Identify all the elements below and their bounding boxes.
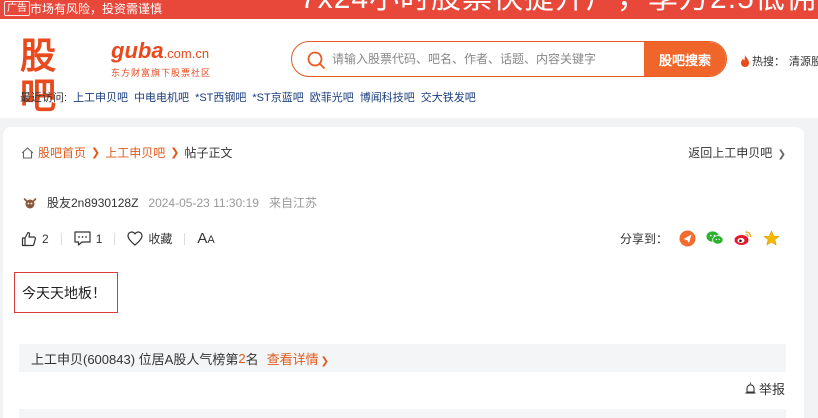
- logo-cn: 股吧: [20, 36, 58, 117]
- ad-slogan[interactable]: 7x24小时股票快捷开户，享万2.5低佣！: [300, 0, 818, 16]
- author-name[interactable]: 股友2n8930128Z: [47, 194, 138, 211]
- post-content-box: 今天天地板！: [14, 272, 118, 313]
- breadcrumb-chevron-icon: ❯: [91, 147, 101, 159]
- share-label: 分享到：: [620, 231, 669, 246]
- rank-text-after: 名: [245, 351, 259, 367]
- logo-en-main: guba: [111, 38, 164, 63]
- post-location: 来自江苏: [268, 196, 317, 210]
- divider: [114, 232, 116, 245]
- popularity-rank-bar: 上工申贝(600843) 位居A股人气榜第 2 名 查看详情 ❯: [19, 344, 786, 372]
- recent-item[interactable]: *ST西钢吧: [195, 89, 246, 105]
- rank-detail-link[interactable]: 查看详情 ❯: [267, 349, 329, 368]
- weibo-icon: [734, 231, 752, 245]
- logo-subtitle: 东方财富旗下股票社区: [111, 68, 212, 78]
- recent-item[interactable]: 上工申贝吧: [73, 89, 128, 105]
- share-bar: 分享到：: [620, 229, 790, 247]
- recent-item[interactable]: 博闻科技吧: [360, 89, 415, 105]
- post-date: 2024-05-23 11:30:19: [148, 195, 259, 210]
- recent-item[interactable]: *ST京蓝吧: [252, 89, 303, 105]
- ad-risk-text: 市场有风险，投资需谨慎: [30, 2, 163, 16]
- comment-icon: [74, 231, 91, 246]
- logo-en: guba.com.cn: [111, 39, 209, 66]
- heart-icon: [127, 231, 143, 246]
- font-size-small: A: [207, 234, 215, 246]
- share-guba-button[interactable]: [678, 229, 696, 247]
- thumbs-up-icon: [21, 231, 36, 246]
- reply-area: [19, 409, 786, 418]
- recent-item[interactable]: 欧菲光吧: [310, 89, 354, 105]
- report-button[interactable]: 举报: [744, 379, 785, 398]
- breadcrumb-bar[interactable]: 上工申贝吧: [105, 144, 165, 161]
- ad-tag: 广告: [4, 1, 30, 16]
- divider: [60, 232, 62, 245]
- comment-count: 1: [95, 231, 103, 246]
- comment-button[interactable]: 1: [74, 231, 103, 246]
- share-qzone-button[interactable]: [762, 229, 780, 247]
- search-icon: [307, 51, 325, 69]
- hot-label: 热搜：: [752, 56, 785, 68]
- breadcrumb-home[interactable]: 股吧首页: [38, 144, 86, 161]
- star-icon: [763, 230, 779, 245]
- back-link-label: 返回上工申贝吧: [688, 146, 773, 160]
- rank-detail-label: 查看详情: [266, 351, 319, 367]
- rank-text-before: 上工申贝(600843) 位居A股人气榜第: [31, 351, 239, 367]
- ad-banner[interactable]: 广告 市场有风险，投资需谨慎 7x24小时股票快捷开户，享万2.5低佣！: [0, 0, 818, 19]
- recent-label: 最近访问:: [20, 92, 68, 104]
- search-input[interactable]: [332, 42, 646, 76]
- chevron-right-icon: ❯: [320, 355, 329, 367]
- recent-item[interactable]: 交大铁发吧: [421, 89, 476, 105]
- hot-search[interactable]: 热搜： 清源股: [740, 53, 818, 69]
- like-count: 2: [42, 231, 49, 246]
- rank-number: 2: [238, 350, 246, 366]
- breadcrumb: 股吧首页 ❯ 上工申贝吧 ❯ 帖子正文: [21, 144, 232, 161]
- recent-visits: 最近访问: 上工申贝吧 中电电机吧 *ST西钢吧 *ST京蓝吧 欧菲光吧 博闻科…: [20, 89, 482, 105]
- header: 股吧 guba.com.cn 东方财富旗下股票社区 股吧搜索 热搜： 清源股 最…: [0, 19, 818, 118]
- logo-en-domain: .com.cn: [163, 46, 210, 61]
- search-button[interactable]: 股吧搜索: [644, 42, 726, 76]
- breadcrumb-chevron-icon: ❯: [170, 147, 180, 159]
- guba-share-icon: [679, 230, 696, 246]
- font-size-button[interactable]: AA: [197, 230, 214, 247]
- alarm-bell-icon: [745, 382, 756, 394]
- action-row: 2 1 收藏 AA: [21, 230, 215, 247]
- font-size-big: A: [197, 230, 208, 247]
- home-icon: [21, 146, 34, 159]
- author-row: 股友2n8930128Z 2024-05-23 11:30:19 来自江苏: [23, 194, 317, 211]
- favorite-label: 收藏: [148, 232, 173, 246]
- report-label: 举报: [759, 382, 786, 397]
- breadcrumb-current: 帖子正文: [184, 146, 233, 160]
- chevron-right-icon: ❯: [777, 149, 786, 160]
- divider: [184, 232, 186, 245]
- back-link[interactable]: 返回上工申贝吧 ❯: [688, 144, 786, 161]
- share-wechat-button[interactable]: [706, 229, 724, 247]
- post-content: 今天天地板！: [22, 284, 106, 301]
- post-card: 股吧首页 ❯ 上工申贝吧 ❯ 帖子正文 返回上工申贝吧 ❯ 股友2n893012…: [3, 127, 804, 418]
- avatar[interactable]: [23, 196, 37, 210]
- search-box: 股吧搜索: [291, 41, 727, 77]
- favorite-button[interactable]: 收藏: [127, 230, 172, 247]
- share-weibo-button[interactable]: [734, 229, 752, 247]
- hot-item[interactable]: 清源股: [789, 53, 818, 69]
- like-button[interactable]: 2: [21, 231, 49, 247]
- recent-item[interactable]: 中电电机吧: [134, 89, 189, 105]
- fire-icon: [741, 55, 749, 67]
- wechat-icon: [706, 231, 724, 245]
